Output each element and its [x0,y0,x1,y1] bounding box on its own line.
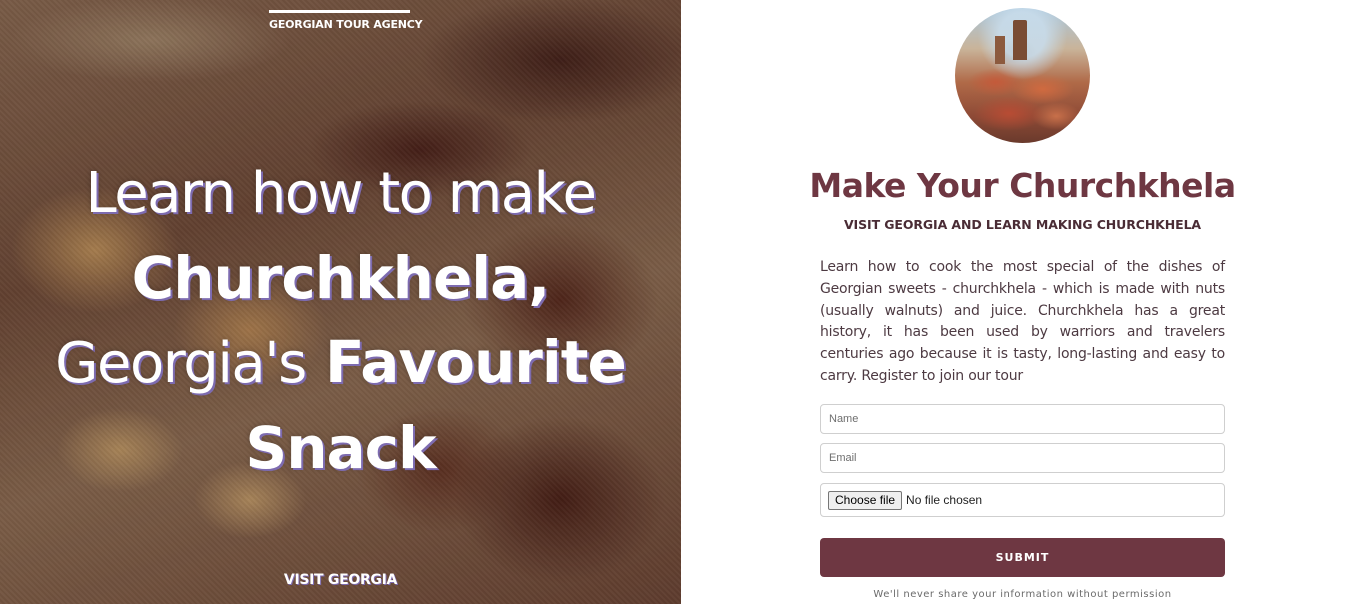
email-input[interactable] [820,443,1225,473]
headline-line-1: Learn how to make [85,161,597,226]
avatar-detail [995,36,1005,64]
page-title: Make Your Churchkhela [809,166,1236,205]
headline-line-2: Churchkhela, [131,244,551,312]
hero-headline: Learn how to make Churchkhela, Georgia's… [20,150,661,490]
headline-line-3-light: Georgia's [55,331,307,396]
name-input[interactable] [820,404,1225,434]
tour-description: Learn how to cook the most special of th… [820,259,1225,384]
page-subtitle: VISIT GEORGIA AND LEARN MAKING CHURCHKHE… [843,217,1202,232]
privacy-note: We'll never share your information witho… [873,589,1172,600]
headline-line-4: Snack [245,414,436,482]
registration-panel: Make Your Churchkhela VISIT GEORGIA AND … [681,0,1366,604]
avatar-detail [1013,20,1027,60]
submit-button[interactable]: SUBMIT [820,538,1225,577]
headline-line-3-bold: Favourite [324,328,627,396]
city-avatar-image [955,8,1090,143]
brand-logo[interactable]: GEORGIAN TOUR AGENCY [269,10,423,31]
hero-footer-link[interactable]: VISIT GEORGIA [0,572,681,588]
file-status-text: No file chosen [906,493,983,507]
file-upload-field[interactable]: Choose file No file chosen [820,483,1225,517]
choose-file-button[interactable]: Choose file [828,490,903,510]
hero-section: GEORGIAN TOUR AGENCY Learn how to make C… [0,0,681,604]
